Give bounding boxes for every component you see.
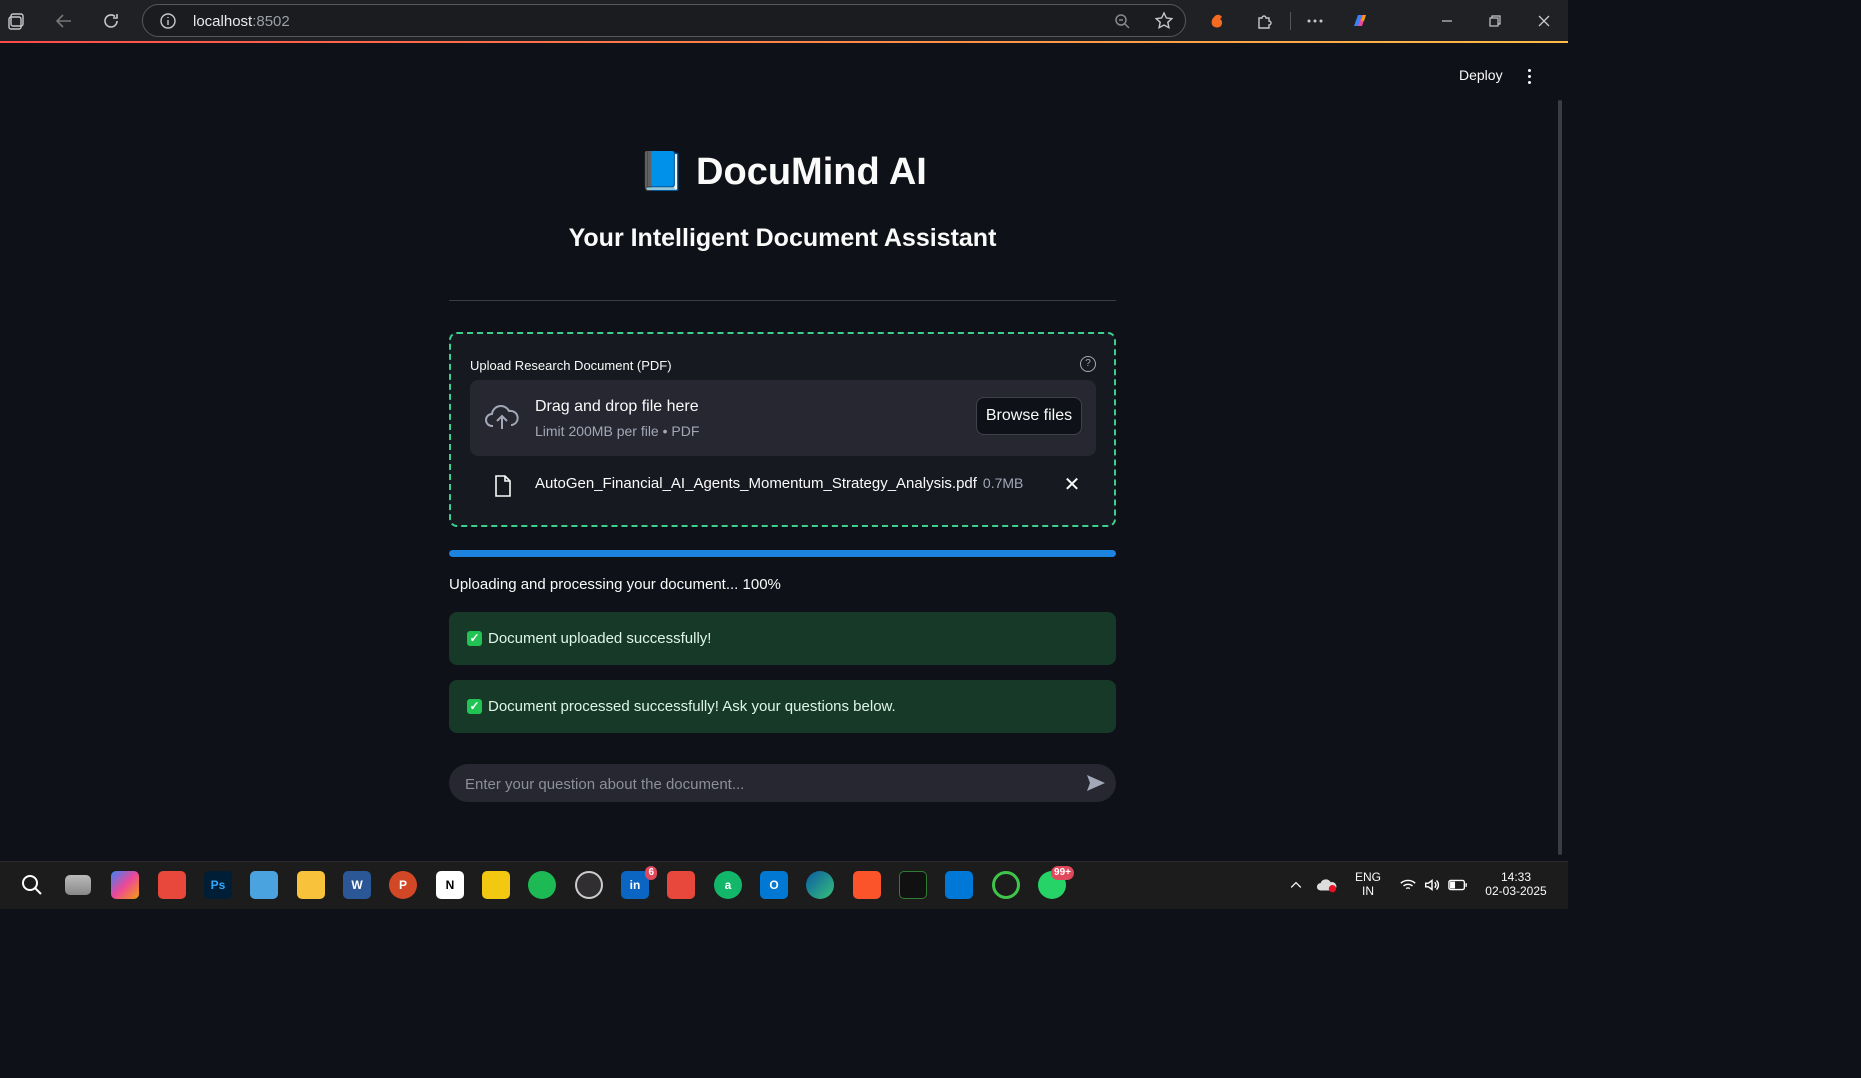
whatsapp-icon[interactable]: 99+: [1038, 866, 1074, 899]
spotify-icon[interactable]: [528, 871, 556, 899]
alert-text: Document uploaded successfully!: [488, 630, 712, 647]
alert-text: Document processed successfully! Ask you…: [488, 698, 896, 715]
chat-input-container: [449, 764, 1116, 804]
search-icon[interactable]: [18, 871, 46, 899]
remove-file-icon[interactable]: ✕: [1063, 475, 1081, 495]
url-host: localhost: [193, 13, 253, 30]
page-subtitle: Your Intelligent Document Assistant: [568, 224, 997, 252]
clock-time: 14:33: [1500, 870, 1532, 884]
workspaces-icon[interactable]: [4, 8, 30, 34]
file-dropzone[interactable]: Drag and drop file here Limit 200MB per …: [470, 380, 1096, 456]
back-icon[interactable]: [51, 8, 77, 34]
outlook-icon[interactable]: O: [760, 871, 788, 899]
address-bar[interactable]: localhost:8502: [142, 4, 1186, 37]
main-menu-icon[interactable]: [1520, 66, 1538, 86]
linkedin-icon[interactable]: in 6: [621, 866, 657, 899]
notepad-icon[interactable]: [250, 871, 278, 899]
linkedin-label: in: [629, 878, 641, 892]
progress-bar-fill: [449, 550, 1116, 557]
check-icon: ✓: [467, 699, 482, 714]
clock[interactable]: 14:33 02-03-2025: [1478, 870, 1554, 898]
uploaded-file-size: 0.7MB: [982, 475, 1024, 491]
copilot-taskbar-icon[interactable]: [111, 871, 139, 899]
dropzone-limit: Limit 200MB per file • PDF: [535, 423, 700, 439]
cloud-upload-icon: [485, 405, 519, 429]
browse-files-button[interactable]: Browse files: [976, 397, 1082, 435]
word-icon[interactable]: W: [343, 871, 371, 899]
powerpoint-icon[interactable]: P: [389, 871, 417, 899]
brave-icon[interactable]: [853, 871, 881, 899]
success-alert-upload: ✓ Document uploaded successfully!: [449, 612, 1116, 665]
url-port: :8502: [252, 13, 290, 30]
progress-bar: [449, 550, 1116, 557]
onedrive-icon[interactable]: [1313, 871, 1341, 899]
chat-input[interactable]: [463, 764, 1067, 804]
region-code: IN: [1362, 884, 1374, 898]
divider: [449, 300, 1116, 301]
language-code: ENG: [1354, 870, 1381, 884]
extension-orange-icon[interactable]: [1205, 8, 1231, 34]
copilot-icon[interactable]: [1347, 8, 1373, 34]
progress-text: Uploading and processing your document..…: [449, 576, 781, 593]
volume-icon[interactable]: [1418, 871, 1446, 899]
taskbar: Ps W P N in 6 a O 99+ ENG IN 14:33 02-03…: [0, 861, 1568, 909]
send-icon[interactable]: [1086, 774, 1106, 792]
uploader-label: Upload Research Document (PDF): [470, 358, 672, 373]
dropzone-title: Drag and drop file here: [535, 398, 699, 415]
photoshop-icon[interactable]: Ps: [204, 871, 232, 899]
close-window-icon[interactable]: [1531, 8, 1557, 34]
extensions-puzzle-icon[interactable]: [1252, 8, 1278, 34]
whatsapp-badge: 99+: [1051, 866, 1074, 880]
browser-toolbar: localhost:8502: [0, 0, 1568, 42]
uploaded-file: AutoGen_Financial_AI_Agents_Momentum_Str…: [535, 475, 1023, 492]
check-icon: ✓: [467, 631, 482, 646]
page-title: 📘 DocuMind AI: [449, 150, 1116, 194]
battery-icon[interactable]: [1444, 871, 1472, 899]
reload-icon[interactable]: [98, 8, 124, 34]
question-circle-icon[interactable]: ?: [1080, 356, 1096, 372]
more-options-icon[interactable]: [1302, 8, 1328, 34]
app-green-icon[interactable]: a: [714, 871, 742, 899]
book-icon: 📘: [638, 151, 686, 193]
file-uploader: Upload Research Document (PDF) ? Drag an…: [449, 332, 1116, 527]
obs-icon[interactable]: [575, 871, 603, 899]
minimize-icon[interactable]: [1434, 8, 1460, 34]
url-text[interactable]: localhost:8502: [193, 13, 290, 30]
uploaded-file-name: AutoGen_Financial_AI_Agents_Momentum_Str…: [535, 475, 977, 492]
notion-icon[interactable]: N: [436, 871, 464, 899]
language-indicator[interactable]: ENG IN: [1352, 870, 1384, 898]
power-bi-icon[interactable]: [482, 871, 510, 899]
site-info-icon[interactable]: [155, 8, 181, 34]
favorite-star-icon[interactable]: [1151, 8, 1177, 34]
restore-icon[interactable]: [1482, 8, 1508, 34]
deploy-button[interactable]: Deploy: [1453, 66, 1509, 84]
file-icon: [495, 475, 511, 497]
success-alert-processed: ✓ Document processed successfully! Ask y…: [449, 680, 1116, 733]
toolbar-divider: [1290, 12, 1291, 30]
file-explorer-icon[interactable]: [297, 871, 325, 899]
chevron-up-icon[interactable]: [1282, 871, 1310, 899]
app-dark-icon[interactable]: [899, 871, 927, 899]
scrollbar[interactable]: [1558, 100, 1562, 855]
zoom-icon[interactable]: [1109, 8, 1135, 34]
task-view-icon[interactable]: [65, 875, 91, 895]
vscode-icon[interactable]: [945, 871, 973, 899]
app-ring-icon[interactable]: [992, 871, 1020, 899]
app-red-2-icon[interactable]: [667, 871, 695, 899]
linkedin-badge: 6: [645, 866, 657, 880]
app-red-icon[interactable]: [158, 871, 186, 899]
app-title-text: DocuMind AI: [696, 151, 927, 193]
edge-icon[interactable]: [806, 871, 834, 899]
clock-date: 02-03-2025: [1485, 884, 1547, 898]
